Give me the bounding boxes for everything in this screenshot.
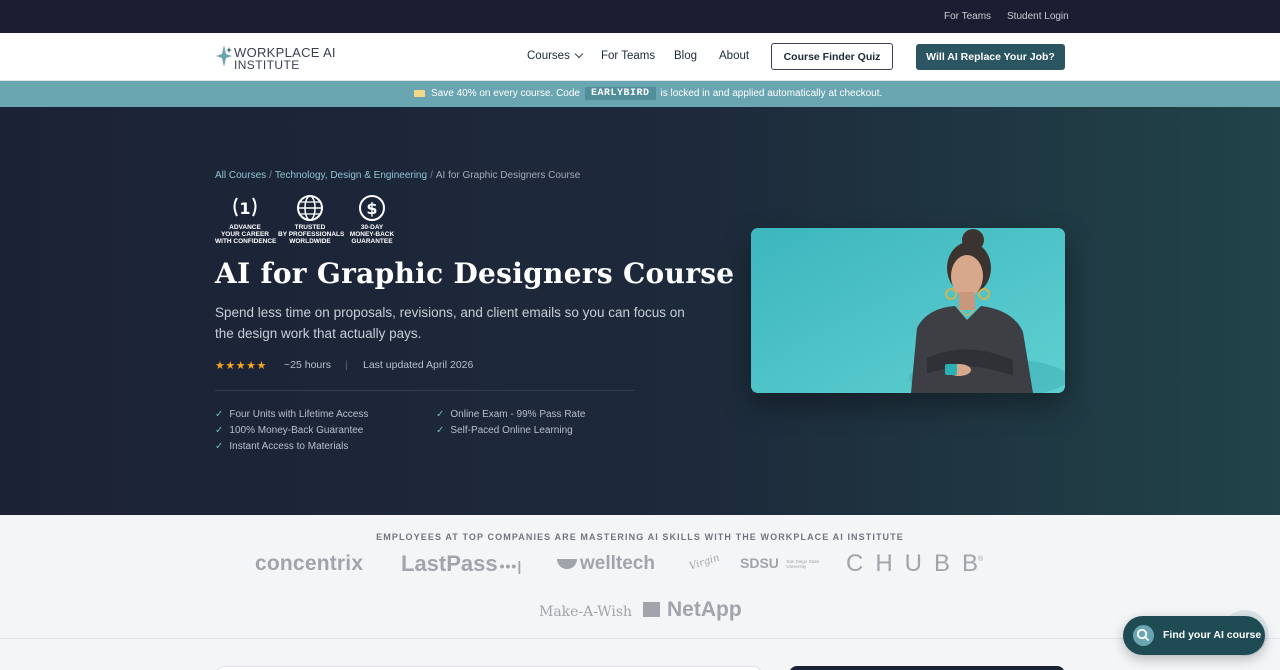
ticket-icon bbox=[414, 90, 425, 97]
badge-line: 30-DAY bbox=[360, 224, 384, 231]
badge-number-symbol: 1 bbox=[239, 199, 250, 218]
badge-line: MONEY-BACK bbox=[349, 231, 395, 238]
netapp-logo: NetApp bbox=[643, 598, 742, 622]
nav-about[interactable]: About bbox=[719, 50, 749, 62]
welltech-mark-icon bbox=[557, 559, 577, 569]
feature-label: 100% Money-Back Guarantee bbox=[229, 425, 364, 436]
check-icon: ✓ bbox=[436, 409, 445, 420]
logos-heading: EMPLOYEES AT TOP COMPANIES ARE MASTERING… bbox=[376, 532, 904, 542]
badge-advance-career-text: ADVANCE YOUR CAREER WITH CONFIDENCE bbox=[215, 224, 277, 245]
nav-courses-label: Courses bbox=[527, 50, 570, 62]
breadcrumb-category[interactable]: Technology, Design & Engineering bbox=[275, 170, 427, 181]
netapp-wordmark: NetApp bbox=[667, 598, 742, 621]
badge-line: BY PROFESSIONALS bbox=[278, 231, 345, 238]
feature-label: Instant Access to Materials bbox=[229, 441, 349, 452]
welltech-wordmark: welltech bbox=[580, 553, 655, 574]
utility-link-for-teams[interactable]: For Teams bbox=[944, 11, 991, 22]
course-subtitle: Spend less time on proposals, revisions,… bbox=[215, 305, 685, 341]
next-section-dark-card bbox=[789, 666, 1065, 670]
badge-line: ADVANCE bbox=[229, 224, 261, 231]
next-section-card bbox=[215, 666, 763, 670]
feature-item: ✓ Instant Access to Materials bbox=[215, 441, 348, 452]
promo-banner: Save 40% on every course. Code EARLYBIRD… bbox=[0, 81, 1280, 107]
nav-courses[interactable]: Courses bbox=[527, 49, 584, 62]
badge-dollar-symbol: $ bbox=[366, 199, 377, 218]
find-ai-course-button[interactable]: Find your AI course bbox=[1123, 616, 1265, 655]
badge-money-back: $ 30-DAY MONEY-BACK GUARANTEE bbox=[348, 194, 396, 245]
feature-item: ✓ Four Units with Lifetime Access bbox=[215, 409, 368, 420]
sdsu-logo: SDSU San Diego State University bbox=[740, 555, 824, 573]
lastpass-wordmark: LastPass bbox=[401, 551, 498, 576]
breadcrumb: All Courses / Technology, Design & Enginee… bbox=[215, 170, 580, 181]
badge-line: WITH CONFIDENCE bbox=[215, 238, 277, 245]
badge-line: GUARANTEE bbox=[351, 238, 393, 245]
feature-item: ✓ Self-Paced Online Learning bbox=[436, 425, 573, 436]
search-icon bbox=[1133, 625, 1154, 646]
logo-wordmark-line2: INSTITUTE bbox=[234, 58, 300, 72]
badge-line: YOUR CAREER bbox=[220, 231, 270, 238]
chubb-logo: CHUBB® bbox=[846, 550, 995, 578]
badge-advance-career: 1 ADVANCE YOUR CAREER WITH CONFIDENCE bbox=[215, 194, 277, 245]
feature-label: Self-Paced Online Learning bbox=[450, 425, 573, 436]
breadcrumb-current: AI for Graphic Designers Course bbox=[435, 170, 581, 181]
nav-for-teams[interactable]: For Teams bbox=[601, 50, 655, 62]
welltech-logo: welltech bbox=[557, 553, 655, 575]
course-duration: ~25 hours bbox=[284, 359, 331, 371]
main-header: WORKPLACE AI INSTITUTE Courses For Teams… bbox=[0, 33, 1280, 81]
badge-trusted-text: TRUSTED BY PROFESSIONALS WORLDWIDE bbox=[278, 224, 345, 245]
trusted-companies: EMPLOYEES AT TOP COMPANIES ARE MASTERING… bbox=[0, 515, 1280, 639]
lastpass-logo: LastPass •••| bbox=[401, 551, 522, 577]
chubb-wordmark: CHUBB bbox=[846, 550, 991, 577]
last-updated: Last updated April 2026 bbox=[363, 359, 474, 371]
globe-icon bbox=[297, 195, 323, 221]
promo-text-before: Save 40% on every course. Code bbox=[431, 88, 580, 99]
promo-text-after: is locked in and applied automatically a… bbox=[660, 88, 883, 99]
rating-stars-icon: ★★★★★ bbox=[215, 360, 267, 372]
meta-divider: | bbox=[345, 359, 348, 371]
chubb-registered-mark: ® bbox=[978, 556, 984, 563]
ai-replace-job-button[interactable]: Will AI Replace Your Job? bbox=[916, 44, 1065, 70]
check-icon: ✓ bbox=[436, 425, 445, 436]
dollar-circle-icon: $ bbox=[359, 195, 385, 221]
badge-money-back-text: 30-DAY MONEY-BACK GUARANTEE bbox=[348, 224, 396, 245]
badge-line: TRUSTED bbox=[294, 224, 326, 231]
virgin-logo: Virgin bbox=[688, 552, 722, 573]
check-icon: ✓ bbox=[215, 425, 224, 436]
badge-line: WORLDWIDE bbox=[289, 238, 331, 245]
breadcrumb-separator: / bbox=[269, 170, 272, 181]
nav-blog[interactable]: Blog bbox=[674, 50, 697, 62]
feature-item: ✓ Online Exam - 99% Pass Rate bbox=[436, 409, 585, 420]
sparkle-logo-icon bbox=[216, 45, 232, 67]
breadcrumb-all-courses[interactable]: All Courses bbox=[215, 170, 266, 181]
site-logo[interactable]: WORKPLACE AI INSTITUTE bbox=[215, 43, 355, 72]
fab-label: Find your AI course bbox=[1163, 629, 1262, 641]
netapp-mark-icon bbox=[643, 602, 660, 617]
lastpass-dots: •••| bbox=[499, 558, 523, 574]
breadcrumb-separator: / bbox=[430, 170, 433, 181]
chevron-down-icon bbox=[574, 49, 584, 59]
laurel-number-one-icon: 1 bbox=[233, 197, 257, 218]
makeawish-logo: Make-A-Wish bbox=[539, 604, 633, 620]
feature-label: Four Units with Lifetime Access bbox=[229, 409, 369, 420]
course-title: AI for Graphic Designers Course bbox=[215, 257, 735, 290]
badge-trusted: TRUSTED BY PROFESSIONALS WORLDWIDE bbox=[278, 194, 345, 245]
check-icon: ✓ bbox=[215, 409, 224, 420]
feature-item: ✓ 100% Money-Back Guarantee bbox=[215, 425, 363, 436]
course-hero: All Courses / Technology, Design & Enginee… bbox=[0, 107, 1280, 515]
concentrix-logo: concentrix bbox=[255, 552, 364, 575]
promo-content: Save 40% on every course. Code EARLYBIRD… bbox=[414, 87, 882, 100]
utility-bar: For Teams Student Login bbox=[0, 0, 1280, 33]
course-finder-quiz-button[interactable]: Course Finder Quiz bbox=[771, 43, 893, 70]
sdsu-wordmark: SDSU bbox=[740, 555, 779, 571]
hero-photo bbox=[751, 228, 1065, 393]
check-icon: ✓ bbox=[215, 441, 224, 452]
hero-divider bbox=[215, 390, 634, 391]
promo-code-badge: EARLYBIRD bbox=[584, 87, 656, 100]
woman-portrait-illustration bbox=[751, 228, 1065, 393]
sdsu-subtext: San Diego State University bbox=[786, 558, 820, 569]
utility-link-student-login[interactable]: Student Login bbox=[1007, 11, 1069, 22]
feature-label: Online Exam - 99% Pass Rate bbox=[450, 409, 586, 420]
